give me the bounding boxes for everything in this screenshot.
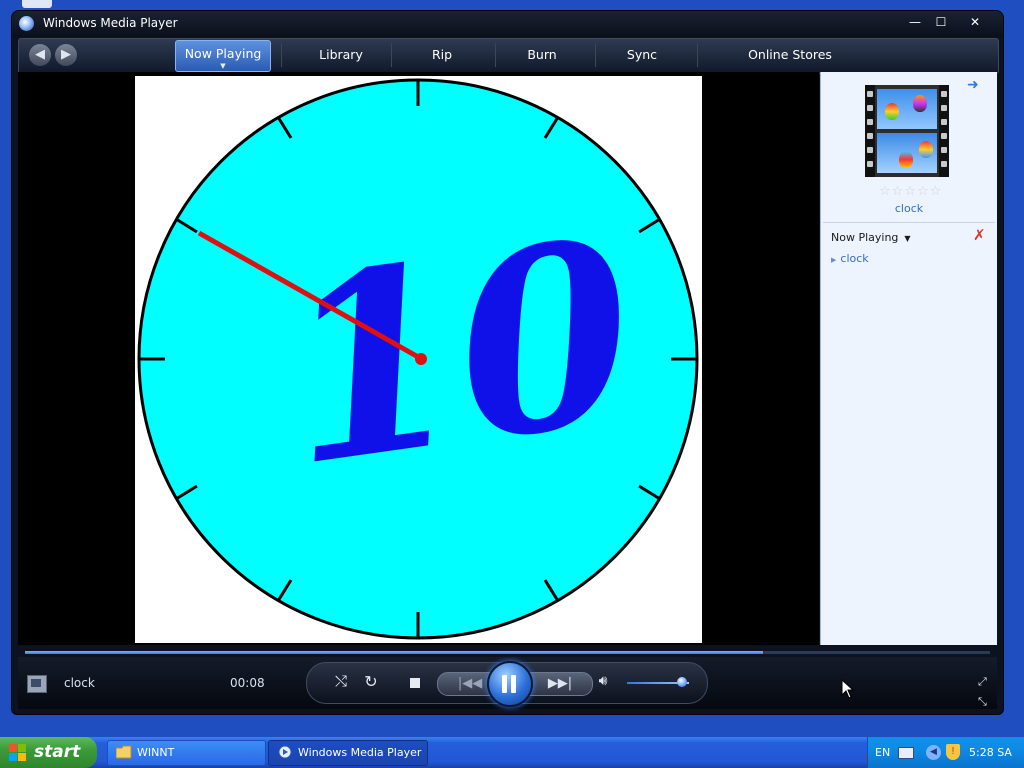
pane-divider [823, 222, 995, 223]
now-playing-marker-icon: ▶ [831, 256, 837, 264]
language-indicator[interactable]: EN [875, 746, 890, 759]
media-type-icon [27, 675, 47, 693]
list-pane: ➜ ☆☆☆☆☆ clock Now Playing ▼ ✗ ▶ clock [820, 72, 997, 645]
nav-divider [495, 43, 496, 67]
seek-bar[interactable] [25, 651, 990, 654]
volume-slider[interactable] [627, 677, 689, 687]
list-item[interactable]: ▶ clock [831, 252, 869, 265]
taskbar-item-label: Windows Media Player [298, 746, 422, 759]
volume-thumb[interactable] [676, 677, 687, 687]
clear-list-icon[interactable]: ✗ [973, 228, 986, 243]
mouse-cursor-icon [841, 679, 855, 699]
playlist-label: Now Playing [831, 231, 899, 244]
nav-divider [281, 43, 282, 67]
nav-divider [595, 43, 596, 67]
tab-dropdown-icon[interactable]: ▼ [220, 62, 225, 70]
film-strip [865, 85, 875, 177]
hide-pane-arrow-icon[interactable]: ➜ [967, 78, 985, 92]
tab-now-playing[interactable]: Now Playing ▼ [175, 40, 271, 72]
feature-taskbar: ◀ ▶ Now Playing ▼ Library Rip Burn Sync … [18, 38, 999, 74]
clock-video-image: 10 [137, 78, 699, 640]
speaker-icon[interactable]: 🔊︎ [593, 673, 613, 689]
taskbar-item-label: WINNT [137, 746, 175, 759]
taskbar-item-media-player[interactable]: Windows Media Player [268, 740, 428, 766]
tab-rip[interactable]: Rip [409, 39, 475, 71]
stop-button[interactable] [410, 678, 420, 688]
media-player-icon [278, 745, 292, 759]
list-item-label: clock [840, 252, 869, 265]
film-strip [939, 85, 949, 177]
skin-mode-icon[interactable]: ⤡ [978, 695, 987, 709]
window-title: Windows Media Player [43, 16, 178, 30]
maximize-button[interactable]: ☐ [929, 13, 953, 31]
pause-button[interactable] [487, 661, 533, 707]
desktop-icon[interactable] [22, 0, 52, 8]
start-label: start [34, 742, 81, 762]
clock-hand-hub [415, 353, 427, 365]
balloon-picture [877, 133, 937, 173]
pause-icon [502, 675, 507, 693]
nav-divider [697, 43, 698, 67]
media-thumbnail[interactable] [865, 85, 949, 177]
folder-icon [116, 745, 132, 759]
tab-online-stores[interactable]: Online Stores [739, 39, 841, 71]
tray-clock[interactable]: 5:28 SA [969, 746, 1012, 759]
system-tray: EN ◀ ! 5:28 SA [867, 737, 1024, 768]
media-player-window: Windows Media Player — ☐ ✕ ◀ ▶ Now Playi… [11, 10, 1004, 715]
security-shield-icon[interactable]: ! [946, 744, 960, 760]
taskbar-item-winnt[interactable]: WINNT [107, 740, 266, 766]
video-display[interactable]: 10 [18, 72, 819, 645]
seek-progress [25, 651, 764, 654]
tab-library[interactable]: Library [303, 39, 379, 71]
tab-sync[interactable]: Sync [609, 39, 675, 71]
show-hidden-icons-icon[interactable]: ◀ [926, 745, 941, 760]
now-playing-title: clock [64, 676, 95, 690]
balloon-picture [877, 89, 937, 129]
transport-controls: ⤭ ↻ |◀◀ ▶▶| 🔊︎ [306, 661, 708, 707]
next-button[interactable]: ▶▶| [527, 672, 593, 696]
tab-label: Now Playing [184, 46, 262, 61]
pause-icon [511, 675, 516, 693]
full-mode-icon[interactable]: ⤢ [978, 675, 987, 689]
rating-stars[interactable]: ☆☆☆☆☆ [879, 184, 942, 199]
video-frame: 10 [135, 76, 702, 643]
minimize-button[interactable]: — [903, 13, 927, 31]
clock-number: 10 [266, 183, 651, 523]
back-arrow-icon[interactable]: ◀ [29, 44, 51, 66]
title-bar[interactable]: Windows Media Player — ☐ ✕ [12, 11, 1003, 37]
shuffle-icon[interactable]: ⤭ [331, 672, 351, 690]
playlist-dropdown[interactable]: Now Playing ▼ [831, 231, 911, 244]
forward-arrow-icon[interactable]: ▶ [55, 44, 77, 66]
tab-burn[interactable]: Burn [509, 39, 575, 71]
repeat-icon[interactable]: ↻ [361, 672, 381, 691]
media-title-link[interactable]: clock [821, 202, 997, 215]
elapsed-time[interactable]: 00:08 [230, 676, 265, 690]
keyboard-icon[interactable] [898, 747, 914, 759]
taskbar: start WINNT Windows Media Player EN ◀ ! … [0, 737, 1024, 768]
nav-divider [391, 43, 392, 67]
windows-logo-icon [9, 744, 26, 761]
media-player-icon [19, 16, 34, 31]
close-button[interactable]: ✕ [957, 13, 993, 31]
start-button[interactable]: start [0, 737, 97, 768]
chevron-down-icon: ▼ [904, 234, 911, 243]
